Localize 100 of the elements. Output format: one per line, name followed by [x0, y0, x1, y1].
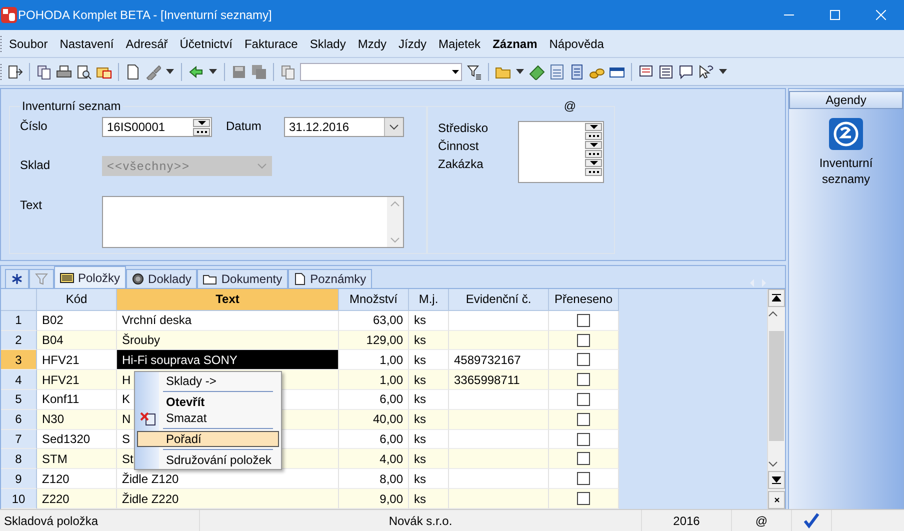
filter-icon — [35, 273, 48, 285]
table-cell: ks — [409, 469, 449, 490]
number-field[interactable]: 16IS00001 — [102, 117, 212, 137]
ellipsis-button[interactable] — [585, 132, 602, 140]
maximize-icon — [830, 10, 840, 20]
exit-icon — [7, 64, 23, 80]
close-icon — [876, 10, 886, 20]
field-label: Text — [20, 197, 44, 212]
scrollbar-thumb[interactable] — [769, 331, 784, 441]
column-header[interactable]: Přeneseno — [549, 289, 619, 311]
row-number[interactable]: 5 — [1, 390, 37, 410]
table-cell: ks — [409, 370, 449, 390]
caret-icon — [196, 120, 206, 126]
field-label: Sklad — [20, 156, 52, 172]
column-header[interactable]: Evidenční č. — [449, 289, 549, 311]
list-icon — [60, 272, 74, 282]
dropdown-button[interactable] — [193, 118, 210, 126]
row-number[interactable]: 4 — [1, 370, 37, 390]
arrow-left-icon — [188, 64, 204, 80]
menu-item[interactable]: Sklady — [304, 34, 352, 52]
row-number[interactable]: 6 — [1, 410, 37, 430]
table-cell: HFV21 — [37, 370, 117, 390]
copy-icon — [36, 64, 52, 80]
checkbox[interactable] — [577, 392, 590, 406]
agenda-label[interactable]: Inventurní seznamy — [811, 155, 881, 187]
menu-item[interactable]: Fakturace — [238, 34, 304, 52]
close-grid-button[interactable] — [768, 491, 785, 509]
checkbox[interactable] — [577, 412, 590, 426]
column-header[interactable]: Kód — [37, 289, 117, 311]
checkbox[interactable] — [577, 492, 590, 506]
menu-item[interactable]: Nápověda — [543, 34, 610, 52]
column-header[interactable]: Množství — [339, 289, 409, 311]
row-number[interactable]: 9 — [1, 469, 37, 490]
row-number[interactable]: 2 — [1, 330, 37, 350]
checkbox[interactable] — [577, 353, 590, 366]
ellipsis-button[interactable] — [193, 128, 210, 136]
panel-header[interactable]: Agendy — [789, 91, 903, 109]
field-label: Číslo — [20, 118, 48, 133]
table-cell: Konf11 — [37, 390, 117, 410]
help-pointer-icon — [698, 64, 714, 80]
table-cell: STM — [37, 449, 117, 470]
text-area[interactable] — [102, 196, 404, 248]
menu-item[interactable]: Majetek — [432, 34, 487, 52]
tab[interactable]: Doklady — [126, 269, 198, 288]
row-number[interactable]: 10 — [1, 489, 37, 509]
menu-item[interactable]: Jízdy — [392, 34, 433, 52]
tab[interactable] — [5, 269, 29, 288]
dropdown-button[interactable] — [585, 159, 602, 167]
ellipsis-button[interactable] — [585, 168, 602, 176]
menu-item[interactable]: Nastavení — [54, 34, 120, 52]
menu-item[interactable]: Sdružování položek — [137, 452, 279, 468]
page-icon — [125, 64, 141, 80]
floppies-icon — [251, 64, 267, 80]
menu-item[interactable]: Sklady -> — [137, 373, 279, 389]
table-cell: Židle Z220 — [117, 489, 339, 509]
grip-icon — [0, 34, 3, 52]
dropdown-button[interactable] — [585, 141, 602, 149]
dropdown-button[interactable] — [585, 123, 602, 131]
center-field[interactable] — [518, 121, 604, 183]
tab[interactable]: Položky — [54, 266, 126, 288]
checkbox[interactable] — [577, 314, 590, 327]
table-cell: 63,00 — [339, 310, 409, 331]
column-header[interactable]: Text — [117, 289, 339, 311]
filter-icon — [466, 64, 482, 80]
tab[interactable]: Poznámky — [288, 269, 372, 288]
date-field[interactable]: 31.12.2016 — [284, 117, 404, 137]
table-cell: HFV21 — [37, 350, 117, 370]
menu-item[interactable]: Otevřít — [137, 394, 279, 410]
scroll-bottom-button[interactable] — [768, 471, 785, 489]
table-cell: ks — [409, 390, 449, 410]
menu-item[interactable]: Pořadí — [137, 431, 279, 447]
checkbox[interactable] — [577, 432, 590, 446]
field-label: Činnost — [438, 139, 480, 153]
checkbox[interactable] — [577, 472, 590, 486]
table-cell: Šrouby — [117, 330, 339, 350]
ellipsis-button[interactable] — [585, 150, 602, 158]
chevron-down-icon — [389, 124, 399, 130]
tab[interactable]: Dokumenty — [197, 269, 288, 288]
status-text: @ — [755, 514, 768, 528]
table-cell: Z120 — [37, 469, 117, 490]
chevron-down-icon — [257, 162, 267, 169]
pages-icon — [280, 64, 296, 80]
ellipsis-icon — [588, 169, 598, 175]
menu-item[interactable]: Záznam — [486, 34, 544, 52]
checkbox[interactable] — [577, 373, 590, 386]
row-number[interactable]: 1 — [1, 310, 37, 331]
column-header[interactable]: M.j. — [409, 289, 449, 311]
row-number[interactable]: 3 — [1, 350, 37, 370]
row-number[interactable]: 8 — [1, 449, 37, 470]
checkbox[interactable] — [577, 452, 590, 466]
row-number[interactable]: 7 — [1, 430, 37, 450]
menu-item[interactable]: Mzdy — [352, 34, 393, 52]
checkbox[interactable] — [577, 334, 590, 347]
menu-item[interactable]: Adresář — [120, 34, 174, 52]
menu-item[interactable]: Soubor — [3, 34, 54, 52]
table-cell: ks — [409, 489, 449, 509]
table-cell: 8,00 — [339, 469, 409, 490]
scroll-top-button[interactable] — [768, 289, 785, 307]
menu-item[interactable]: Smazat — [137, 410, 279, 426]
menu-item[interactable]: Účetnictví — [174, 34, 238, 52]
